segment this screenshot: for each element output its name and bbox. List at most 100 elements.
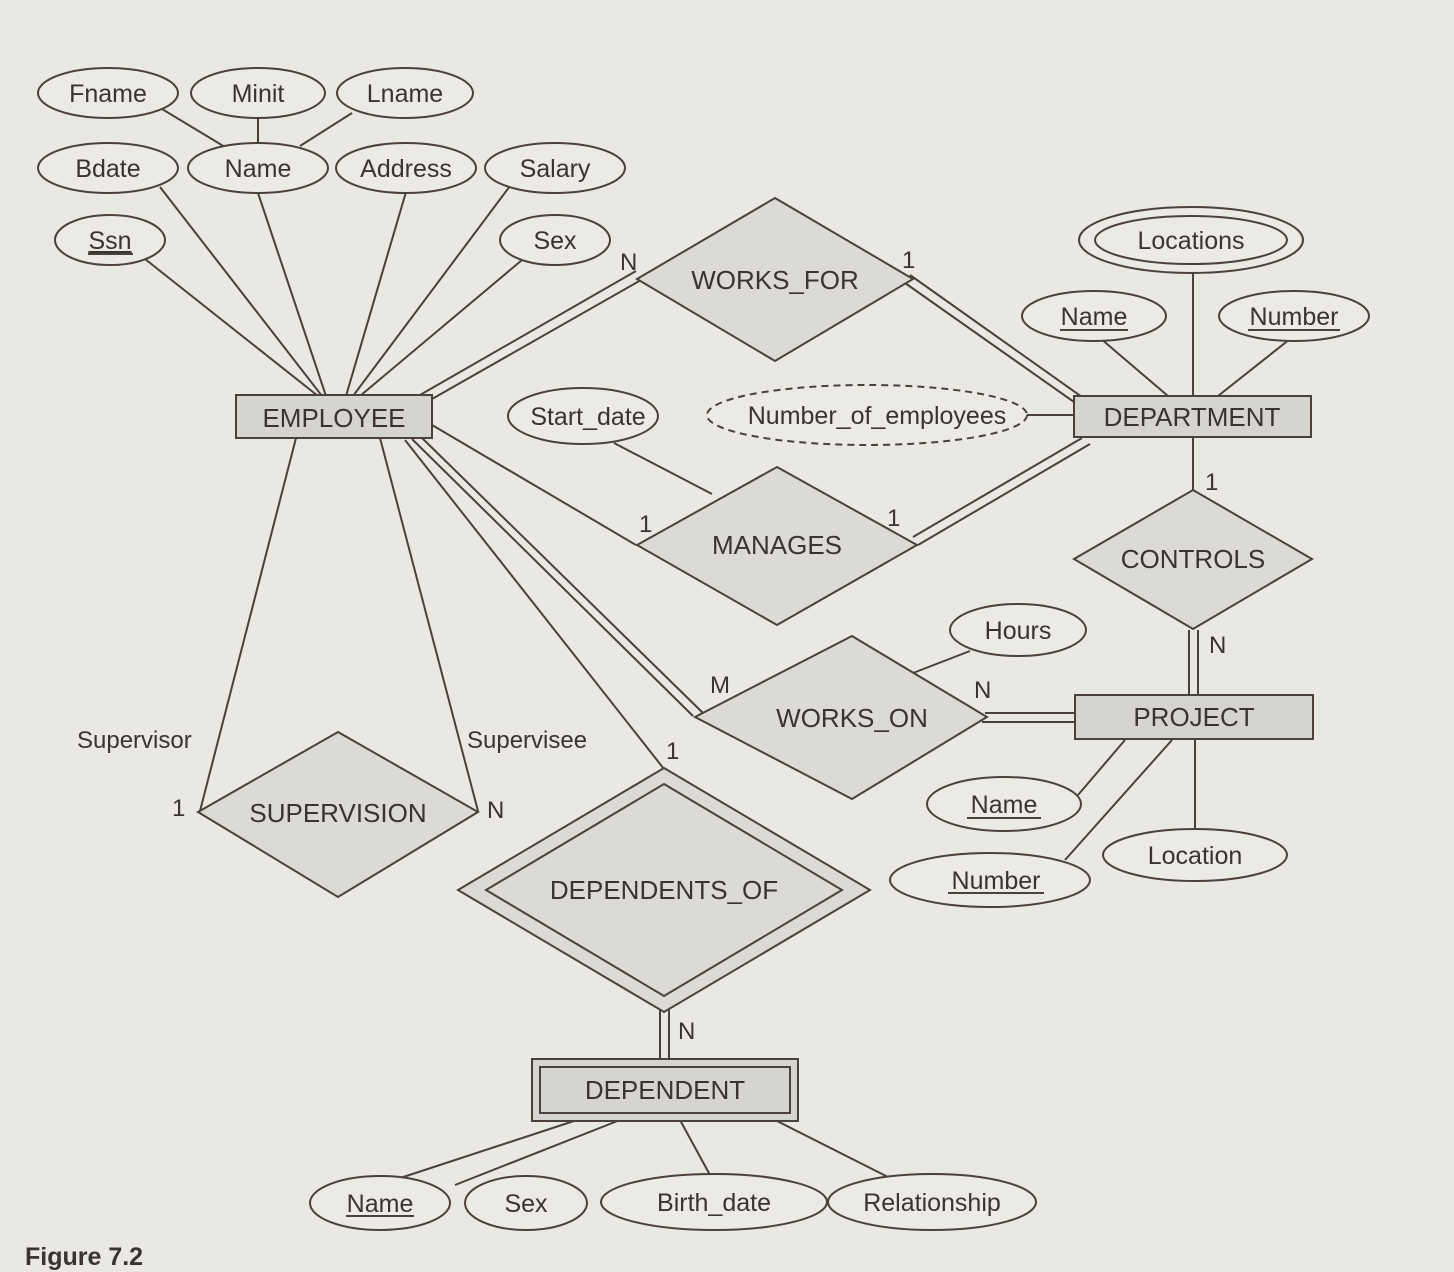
attr-address[interactable]: Address	[335, 142, 477, 194]
attr-dept-number-key[interactable]: Number	[1218, 290, 1370, 342]
line-manages-department-a	[912, 437, 1083, 538]
attr-number-of-employees-derived[interactable]: Number_of_employees	[706, 384, 1028, 446]
line-lname-name	[299, 112, 353, 147]
attr-fname-label: Fname	[69, 80, 147, 108]
figure-caption: Figure 7.2	[25, 1243, 143, 1271]
card-dependents-of-dependent: N	[678, 1018, 695, 1045]
line-bdate-employee	[159, 186, 323, 397]
attr-dept-name-key[interactable]: Name	[1021, 290, 1167, 342]
line-dname-department	[1099, 337, 1169, 397]
card-supervision-supervisor: 1	[172, 795, 185, 822]
attr-ssn-key[interactable]: Ssn	[54, 214, 166, 266]
card-supervision-supervisee: N	[487, 797, 504, 824]
attr-lname[interactable]: Lname	[336, 67, 474, 119]
attr-dependent-name-label: Name	[347, 1190, 414, 1218]
card-controls-project: N	[1209, 632, 1226, 659]
attr-project-number-label: Number	[952, 867, 1041, 895]
department-label: DEPARTMENT	[1104, 402, 1281, 432]
attr-bdate-label: Bdate	[75, 155, 140, 183]
line-employee-works-for-b	[424, 279, 642, 404]
employee-attributes: Fname Minit Lname Bdate Name Address Sal…	[37, 67, 626, 266]
attr-birth-date[interactable]: Birth_date	[600, 1173, 828, 1231]
card-works-for-department: 1	[902, 247, 915, 274]
line-birthdate-dependent	[679, 1119, 711, 1176]
attr-birth-date-label: Birth_date	[657, 1189, 771, 1217]
relationship-dependents-of-identifying[interactable]: DEPENDENTS_OF	[456, 766, 872, 1014]
relationship-manages[interactable]: MANAGES	[634, 465, 920, 627]
card-works-on-employee: M	[710, 672, 730, 699]
attr-number-of-employees-label: Number_of_employees	[748, 402, 1006, 430]
role-supervisor: Supervisor	[77, 727, 192, 754]
attr-dept-name-label: Name	[1061, 303, 1128, 331]
entity-employee[interactable]: EMPLOYEE	[235, 394, 433, 439]
attr-lname-label: Lname	[367, 80, 443, 108]
entity-department[interactable]: DEPARTMENT	[1073, 395, 1312, 438]
controls-label: CONTROLS	[1121, 544, 1265, 574]
card-manages-employee: 1	[639, 511, 652, 538]
line-employee-supervision-supervisor	[199, 437, 297, 812]
attr-locations-multivalued[interactable]: Locations	[1078, 206, 1304, 274]
attr-name-label: Name	[225, 155, 292, 183]
line-employee-dependents-of	[404, 439, 665, 770]
supervision-label: SUPERVISION	[249, 798, 426, 828]
line-fname-name	[161, 108, 226, 148]
attr-sex[interactable]: Sex	[499, 214, 611, 266]
attr-locations-label: Locations	[1137, 227, 1244, 255]
line-employee-works-for-a	[419, 270, 637, 396]
attr-project-name-key[interactable]: Name	[926, 776, 1082, 832]
relationship-works-for[interactable]: WORKS_FOR	[635, 196, 915, 363]
works-for-label: WORKS_FOR	[691, 265, 859, 295]
attr-name-composite[interactable]: Name	[187, 142, 329, 194]
attr-project-location-label: Location	[1148, 842, 1243, 870]
manages-label: MANAGES	[712, 530, 842, 560]
dependent-attributes: Name Sex Birth_date Relationship	[309, 1173, 1037, 1231]
attr-relationship[interactable]: Relationship	[827, 1173, 1037, 1231]
attr-bdate[interactable]: Bdate	[37, 142, 179, 194]
card-works-for-employee: N	[620, 249, 637, 276]
entity-project[interactable]: PROJECT	[1074, 694, 1314, 740]
line-startdate-manages	[613, 442, 713, 495]
attr-project-location[interactable]: Location	[1102, 828, 1288, 882]
entity-dependent-weak[interactable]: DEPENDENT	[531, 1058, 799, 1122]
employee-label: EMPLOYEE	[262, 403, 405, 433]
card-manages-department: 1	[887, 505, 900, 532]
attr-dependent-sex-label: Sex	[504, 1190, 548, 1218]
works-on-label: WORKS_ON	[776, 703, 928, 733]
line-employee-works-on-a	[411, 438, 694, 717]
attr-minit[interactable]: Minit	[190, 67, 326, 119]
line-name-employee	[257, 192, 327, 397]
line-pname-project	[1077, 739, 1126, 796]
relationship-controls[interactable]: CONTROLS	[1072, 488, 1314, 631]
relationship-supervision[interactable]: SUPERVISION	[196, 730, 480, 899]
attr-dependent-name-key[interactable]: Name	[309, 1175, 451, 1231]
line-depname-dependent	[384, 1119, 578, 1184]
card-controls-department: 1	[1205, 469, 1218, 496]
attr-fname[interactable]: Fname	[37, 67, 179, 119]
attr-start-date[interactable]: Start_date	[507, 387, 659, 445]
line-relationship-dependent	[774, 1119, 889, 1178]
attr-dependent-sex[interactable]: Sex	[464, 1175, 588, 1231]
role-supervisee: Supervisee	[467, 727, 587, 754]
attr-dept-number-label: Number	[1250, 303, 1339, 331]
attr-hours-label: Hours	[985, 617, 1052, 645]
dependent-label: DEPENDENT	[585, 1075, 745, 1105]
project-attributes: Name Number Location	[889, 776, 1288, 908]
attr-relationship-label: Relationship	[863, 1189, 1001, 1217]
line-dnumber-department	[1217, 338, 1291, 397]
attr-minit-label: Minit	[232, 80, 285, 108]
project-label: PROJECT	[1133, 702, 1254, 732]
card-works-on-project: N	[974, 677, 991, 704]
attr-salary-label: Salary	[520, 155, 591, 183]
card-dependents-of-employee: 1	[666, 738, 679, 765]
line-hours-works-on	[912, 650, 971, 674]
line-sex-employee	[359, 259, 523, 397]
attr-project-number-key[interactable]: Number	[889, 852, 1091, 908]
attr-salary[interactable]: Salary	[484, 142, 626, 194]
line-employee-works-on-b	[419, 435, 704, 714]
attr-hours[interactable]: Hours	[949, 603, 1087, 657]
line-manages-department-b	[917, 443, 1091, 546]
attr-address-label: Address	[360, 155, 452, 183]
attr-sex-label: Sex	[533, 227, 577, 255]
attr-ssn-label: Ssn	[88, 227, 131, 255]
attr-start-date-label: Start_date	[530, 403, 645, 431]
